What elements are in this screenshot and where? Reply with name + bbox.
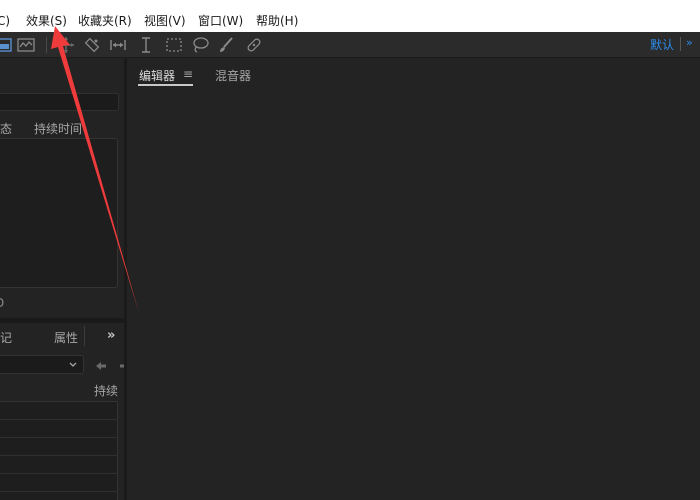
menu-window[interactable]: 窗口(W): [198, 0, 243, 32]
column-header-duration-markers[interactable]: 持续: [94, 382, 118, 399]
lasso-icon[interactable]: [190, 35, 210, 55]
spectral-view-icon[interactable]: [0, 35, 14, 55]
workspace-separator: [680, 37, 681, 51]
menu-favorites[interactable]: 收藏夹(R): [78, 0, 132, 32]
editor-panel[interactable]: [127, 59, 700, 500]
active-tab-indicator: [138, 84, 193, 86]
table-row[interactable]: [0, 455, 117, 456]
tab-properties[interactable]: 属性: [54, 329, 78, 346]
chevron-down-icon[interactable]: [68, 357, 78, 371]
marquee-icon[interactable]: [164, 35, 184, 55]
slip-tool-icon[interactable]: [108, 35, 128, 55]
panel-menu-icon[interactable]: ≡: [183, 67, 193, 81]
table-row[interactable]: [0, 419, 117, 420]
razor-tool-icon[interactable]: [82, 35, 102, 55]
arrow-left-icon[interactable]: [94, 358, 108, 372]
table-row[interactable]: [0, 437, 117, 438]
menu-item-partial[interactable]: C): [0, 0, 10, 32]
waveform-view-icon[interactable]: [16, 35, 36, 55]
toolbar-separator: [46, 37, 47, 53]
panel-expand-button[interactable]: »: [107, 328, 116, 343]
spot-healing-icon[interactable]: [244, 35, 264, 55]
time-selection-icon[interactable]: [136, 35, 156, 55]
tab-mixer[interactable]: 混音器: [215, 67, 251, 84]
table-row[interactable]: [0, 473, 117, 474]
tab-separator: [84, 326, 85, 346]
markers-table[interactable]: [0, 401, 118, 500]
column-header-status[interactable]: 状态: [0, 120, 12, 137]
workspace-default-button[interactable]: 默认: [650, 36, 674, 53]
menu-effects[interactable]: 效果(S): [26, 0, 67, 32]
partial-label: D: [0, 296, 4, 310]
move-tool-icon[interactable]: [56, 35, 76, 55]
column-header-duration[interactable]: 持续时间: [34, 120, 82, 137]
tab-markers[interactable]: 标记: [0, 329, 12, 346]
table-row[interactable]: [0, 491, 117, 492]
panel-divider[interactable]: [0, 318, 124, 323]
menu-view[interactable]: 视图(V): [144, 0, 186, 32]
menu-help[interactable]: 帮助(H): [256, 0, 298, 32]
tab-editor[interactable]: 编辑器: [139, 67, 175, 84]
files-list[interactable]: [0, 138, 118, 288]
workspace-more-button[interactable]: »: [686, 36, 693, 49]
brush-icon[interactable]: [216, 35, 236, 55]
toolbar: [0, 32, 700, 58]
menu-bar: C) 效果(S) 收藏夹(R) 视图(V) 窗口(W) 帮助(H): [0, 0, 700, 32]
files-search-input[interactable]: [0, 93, 119, 111]
